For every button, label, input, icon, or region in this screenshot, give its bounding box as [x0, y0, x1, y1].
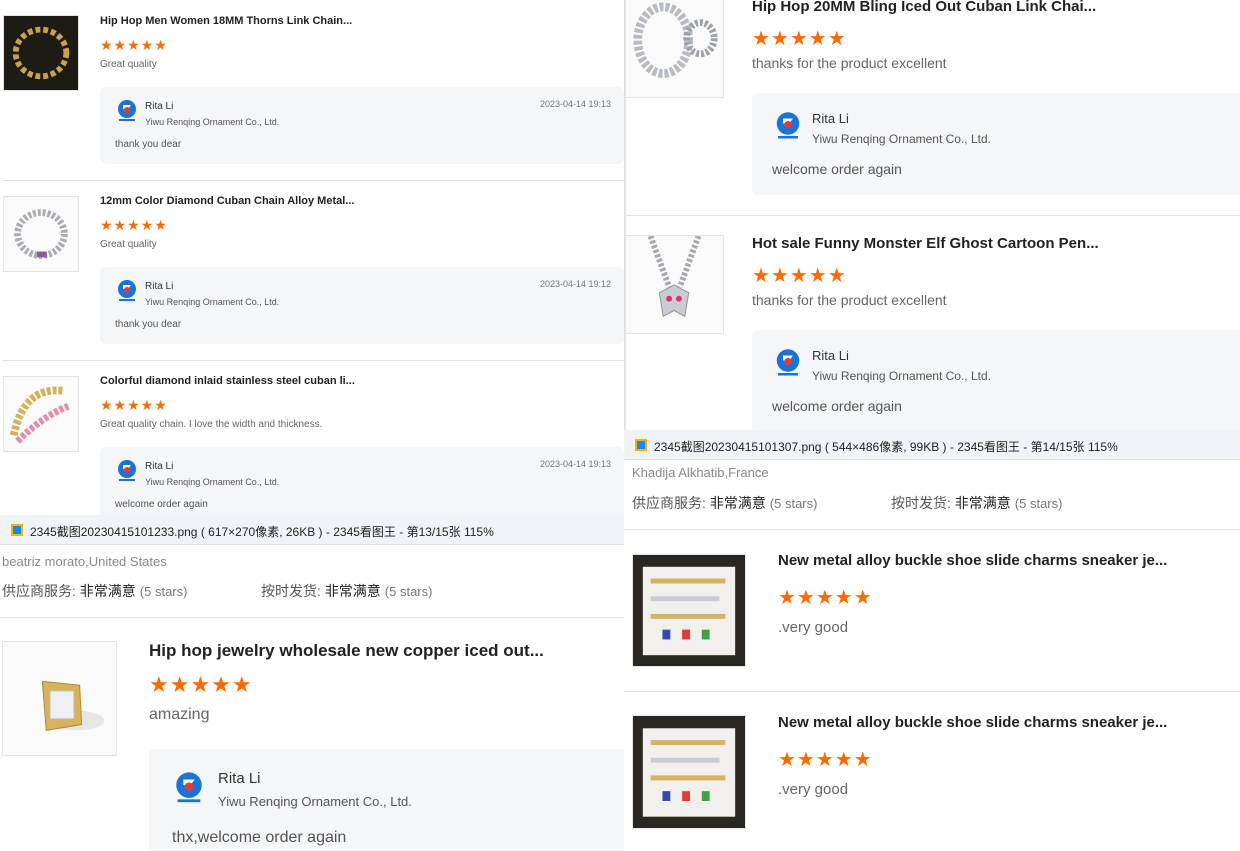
- seller-name: Rita Li: [145, 101, 174, 112]
- divider: [3, 180, 624, 181]
- review-text: Great quality: [100, 59, 157, 70]
- review-text: .very good: [778, 781, 849, 798]
- divider: [3, 360, 624, 361]
- product-title[interactable]: Colorful diamond inlaid stainless steel …: [100, 375, 355, 387]
- product-thumbnail[interactable]: [3, 15, 79, 91]
- company-logo-icon: [776, 349, 800, 376]
- rating-stars: ★★★★★: [752, 265, 847, 287]
- company-logo-icon: [176, 772, 202, 803]
- company-logo-icon: [118, 100, 136, 121]
- divider: [624, 529, 1240, 530]
- product-thumbnail[interactable]: [632, 715, 746, 829]
- product-title[interactable]: Hip Hop 20MM Bling Iced Out Cuban Link C…: [752, 0, 1096, 15]
- image-viewer-titlebar[interactable]: 2345截图20230415101233.png ( 617×270像素, 26…: [0, 515, 624, 545]
- seller-company: Yiwu Renqing Ornament Co., Ltd.: [812, 132, 991, 146]
- reply-message: welcome order again: [772, 161, 902, 177]
- seller-name: Rita Li: [218, 770, 261, 787]
- rating-on-time-delivery: 按时发货: 非常满意 (5 stars): [891, 495, 1063, 511]
- product-thumbnail[interactable]: [3, 376, 79, 452]
- review-panel-top-right: Hip Hop 20MM Bling Iced Out Cuban Link C…: [624, 0, 1240, 430]
- rating-stars: ★★★★★: [100, 217, 168, 233]
- reply-message: thx,welcome order again: [172, 829, 347, 846]
- seller-reply: Rita Li Yiwu Renqing Ornament Co., Ltd. …: [752, 93, 1240, 195]
- iced-cuban-chain-icon: [633, 2, 718, 78]
- seller-company: Yiwu Renqing Ornament Co., Ltd.: [145, 297, 280, 307]
- review-text: thanks for the product excellent: [752, 292, 947, 308]
- review-text: Great quality chain. I love the width an…: [100, 419, 323, 430]
- seller-company: Yiwu Renqing Ornament Co., Ltd.: [145, 477, 280, 487]
- product-thumbnail[interactable]: [625, 235, 724, 334]
- iced-out-ring-icon: [41, 680, 105, 732]
- product-title[interactable]: 12mm Color Diamond Cuban Chain Alloy Met…: [100, 195, 354, 207]
- review-panel-bottom-left: 2345截图20230415101233.png ( 617×270像素, 26…: [0, 515, 624, 851]
- seller-name: Rita Li: [145, 281, 174, 292]
- image-viewer-titlebar[interactable]: 2345截图20230415101307.png ( 544×486像素, 99…: [624, 430, 1240, 460]
- window-title: 2345截图20230415101233.png ( 617×270像素, 26…: [30, 525, 494, 539]
- image-viewer-app-icon: [635, 439, 647, 451]
- seller-ratings: 供应商服务: 非常满意 (5 stars) 按时发货: 非常满意 (5 stars): [632, 493, 1232, 513]
- rating-stars: ★★★★★: [100, 397, 168, 413]
- company-logo-icon: [776, 112, 800, 139]
- rating-stars: ★★★★★: [778, 749, 873, 771]
- product-thumbnail[interactable]: [2, 641, 117, 756]
- seller-reply: Rita Li Yiwu Renqing Ornament Co., Ltd. …: [100, 267, 624, 344]
- gold-thorn-chain-icon: [12, 26, 70, 80]
- window-title: 2345截图20230415101307.png ( 544×486像素, 99…: [654, 440, 1118, 454]
- colorful-cuban-chain-icon: [9, 386, 70, 444]
- ghost-pendant-necklace-icon: [647, 236, 702, 318]
- review-panel-top-left: Hip Hop Men Women 18MM Thorns Link Chain…: [0, 0, 624, 515]
- buyer-name: beatriz morato,United States: [2, 554, 167, 569]
- product-title[interactable]: New metal alloy buckle shoe slide charms…: [778, 714, 1167, 731]
- seller-name: Rita Li: [812, 111, 849, 126]
- seller-reply: Rita Li Yiwu Renqing Ornament Co., Ltd. …: [100, 87, 624, 164]
- reply-message: thank you dear: [115, 319, 182, 330]
- rating-stars: ★★★★★: [752, 28, 847, 50]
- reply-message: welcome order again: [772, 398, 902, 414]
- rating-supplier-service: 供应商服务: 非常满意 (5 stars): [632, 495, 818, 511]
- divider: [0, 617, 624, 618]
- seller-name: Rita Li: [812, 348, 849, 363]
- rating-supplier-service: 供应商服务: 非常满意 (5 stars): [2, 583, 188, 599]
- rating-stars: ★★★★★: [100, 37, 168, 53]
- seller-reply: Rita Li Yiwu Renqing Ornament Co., Ltd. …: [100, 447, 624, 515]
- shoe-charms-set-icon: [642, 566, 736, 656]
- reply-message: welcome order again: [115, 499, 208, 510]
- product-title[interactable]: New metal alloy buckle shoe slide charms…: [778, 552, 1167, 569]
- seller-company: Yiwu Renqing Ornament Co., Ltd.: [145, 117, 280, 127]
- product-title[interactable]: Hot sale Funny Monster Elf Ghost Cartoon…: [752, 235, 1099, 252]
- seller-name: Rita Li: [145, 461, 174, 472]
- reply-date: 2023-04-14 19:13: [540, 459, 612, 469]
- divider: [624, 215, 1240, 216]
- review-panel-bottom-right: 2345截图20230415101307.png ( 544×486像素, 99…: [624, 430, 1240, 851]
- review-text: .very good: [778, 619, 849, 636]
- rating-on-time-delivery: 按时发货: 非常满意 (5 stars): [261, 583, 433, 599]
- seller-reply: Rita Li Yiwu Renqing Ornament Co., Ltd. …: [149, 749, 624, 851]
- silver-cuban-chain-icon: [14, 209, 68, 259]
- product-thumbnail[interactable]: [625, 0, 724, 98]
- seller-reply: Rita Li Yiwu Renqing Ornament Co., Ltd. …: [752, 330, 1240, 430]
- product-thumbnail[interactable]: [3, 196, 79, 272]
- review-text: amazing: [149, 706, 210, 723]
- image-viewer-app-icon: [11, 524, 23, 536]
- review-text: thanks for the product excellent: [752, 55, 947, 71]
- product-title[interactable]: Hip hop jewelry wholesale new copper ice…: [149, 641, 544, 661]
- reply-message: thank you dear: [115, 139, 182, 150]
- reply-date: 2023-04-14 19:13: [540, 99, 612, 109]
- reply-date: 2023-04-14 19:12: [540, 279, 612, 289]
- divider: [624, 691, 1240, 692]
- company-logo-icon: [118, 460, 136, 481]
- shoe-charms-set-icon: [642, 728, 736, 817]
- seller-ratings: 供应商服务: 非常满意 (5 stars) 按时发货: 非常满意 (5 stars): [2, 581, 622, 601]
- seller-company: Yiwu Renqing Ornament Co., Ltd.: [812, 369, 991, 383]
- rating-stars: ★★★★★: [149, 672, 253, 697]
- product-title[interactable]: Hip Hop Men Women 18MM Thorns Link Chain…: [100, 15, 352, 27]
- rating-stars: ★★★★★: [778, 587, 873, 609]
- product-thumbnail[interactable]: [632, 554, 746, 667]
- company-logo-icon: [118, 280, 136, 301]
- buyer-name: Khadija Alkhatib,France: [632, 465, 769, 480]
- review-text: Great quality: [100, 239, 157, 250]
- seller-company: Yiwu Renqing Ornament Co., Ltd.: [218, 794, 412, 809]
